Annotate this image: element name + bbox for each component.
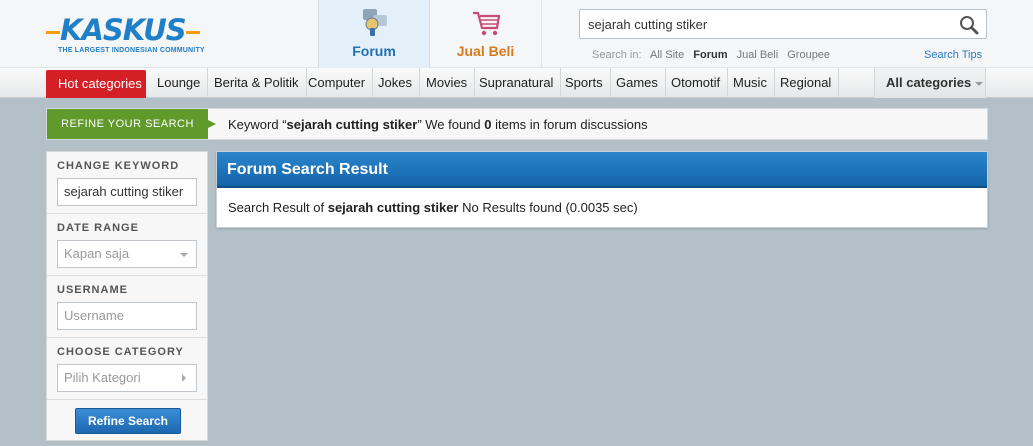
nav-item-supranatural[interactable]: Supranatural (472, 68, 562, 98)
search-summary-message: Keyword “sejarah cutting stiker” We foun… (228, 117, 648, 132)
tab-jual-beli-label: Jual Beli (456, 43, 515, 59)
category-nav: Hot categories Lounge Berita & Politik C… (0, 68, 1033, 98)
choose-category-section: CHOOSE CATEGORY Pilih Kategori (47, 338, 207, 400)
username-field[interactable]: Username (57, 302, 197, 330)
change-keyword-section: CHANGE KEYWORD sejarah cutting stiker (47, 152, 207, 214)
nav-item-movies[interactable]: Movies (419, 68, 476, 98)
logo-text: KASKUS (60, 13, 187, 47)
logo-tagline: THE LARGEST INDONESIAN COMMUNITY (58, 47, 205, 54)
tab-forum[interactable]: Forum (318, 0, 430, 68)
tab-forum-label: Forum (352, 43, 396, 59)
nav-item-jokes[interactable]: Jokes (371, 68, 420, 98)
refine-your-search-tag: REFINE YOUR SEARCH (47, 109, 216, 139)
forum-search-result-panel: Forum Search Result Search Result of sej… (216, 151, 988, 228)
all-categories-dropdown[interactable]: All categories (874, 68, 986, 98)
nav-item-regional[interactable]: Regional (773, 68, 840, 98)
result-keyword: sejarah cutting stiker (327, 200, 459, 215)
summary-keyword: sejarah cutting stiker (286, 117, 418, 132)
date-range-select[interactable]: Kapan saja (57, 240, 197, 268)
nav-item-games[interactable]: Games (609, 68, 666, 98)
keyword-field[interactable]: sejarah cutting stiker (57, 178, 197, 206)
search-tips-link[interactable]: Search Tips (924, 49, 982, 61)
chevron-right-icon (182, 374, 186, 382)
search-in-label: Search in: (592, 49, 642, 61)
search-scope-jual-beli[interactable]: Jual Beli (737, 49, 779, 61)
nav-item-lounge[interactable]: Lounge (150, 68, 209, 98)
refine-sidebar: CHANGE KEYWORD sejarah cutting stiker DA… (46, 151, 208, 441)
search-scope-groupee[interactable]: Groupee (787, 49, 830, 61)
nav-item-berita-politik[interactable]: Berita & Politik (207, 68, 307, 98)
kaskus-logo[interactable]: KASKUS THE LARGEST INDONESIAN COMMUNITY (46, 13, 231, 57)
hot-categories-button[interactable]: Hot categories (46, 70, 146, 98)
nav-item-sports[interactable]: Sports (558, 68, 611, 98)
search-scope-forum[interactable]: Forum (693, 49, 727, 61)
change-keyword-label: CHANGE KEYWORD (57, 160, 180, 172)
nav-item-computer[interactable]: Computer (301, 68, 374, 98)
summary-count: 0 (484, 117, 492, 132)
result-message: Search Result of sejarah cutting stiker … (228, 200, 638, 215)
refine-search-button[interactable]: Refine Search (75, 408, 181, 434)
category-select[interactable]: Pilih Kategori (57, 364, 197, 392)
chevron-down-icon (180, 253, 188, 257)
all-categories-label: All categories (886, 75, 972, 90)
search-scope-all-site[interactable]: All Site (650, 49, 684, 61)
search-box (579, 9, 987, 39)
chevron-down-icon (975, 81, 984, 86)
result-title: Forum Search Result (217, 152, 987, 188)
shopping-cart-icon (473, 11, 501, 36)
username-section: USERNAME Username (47, 276, 207, 338)
search-input[interactable] (588, 15, 948, 33)
date-range-section: DATE RANGE Kapan saja (47, 214, 207, 276)
tab-jual-beli[interactable]: Jual Beli (430, 0, 542, 68)
nav-item-otomotif[interactable]: Otomotif (664, 68, 729, 98)
search-scope: Search in: All Site Forum Jual Beli Grou… (592, 49, 836, 61)
refine-summary-bar: REFINE YOUR SEARCH Keyword “sejarah cutt… (46, 108, 988, 140)
date-range-label: DATE RANGE (57, 222, 139, 234)
nav-item-music[interactable]: Music (726, 68, 775, 98)
search-icon[interactable] (958, 14, 980, 36)
forum-icon (363, 9, 387, 36)
choose-category-label: CHOOSE CATEGORY (57, 346, 184, 358)
username-label: USERNAME (57, 284, 128, 296)
site-header: KASKUS THE LARGEST INDONESIAN COMMUNITY … (0, 0, 1033, 68)
